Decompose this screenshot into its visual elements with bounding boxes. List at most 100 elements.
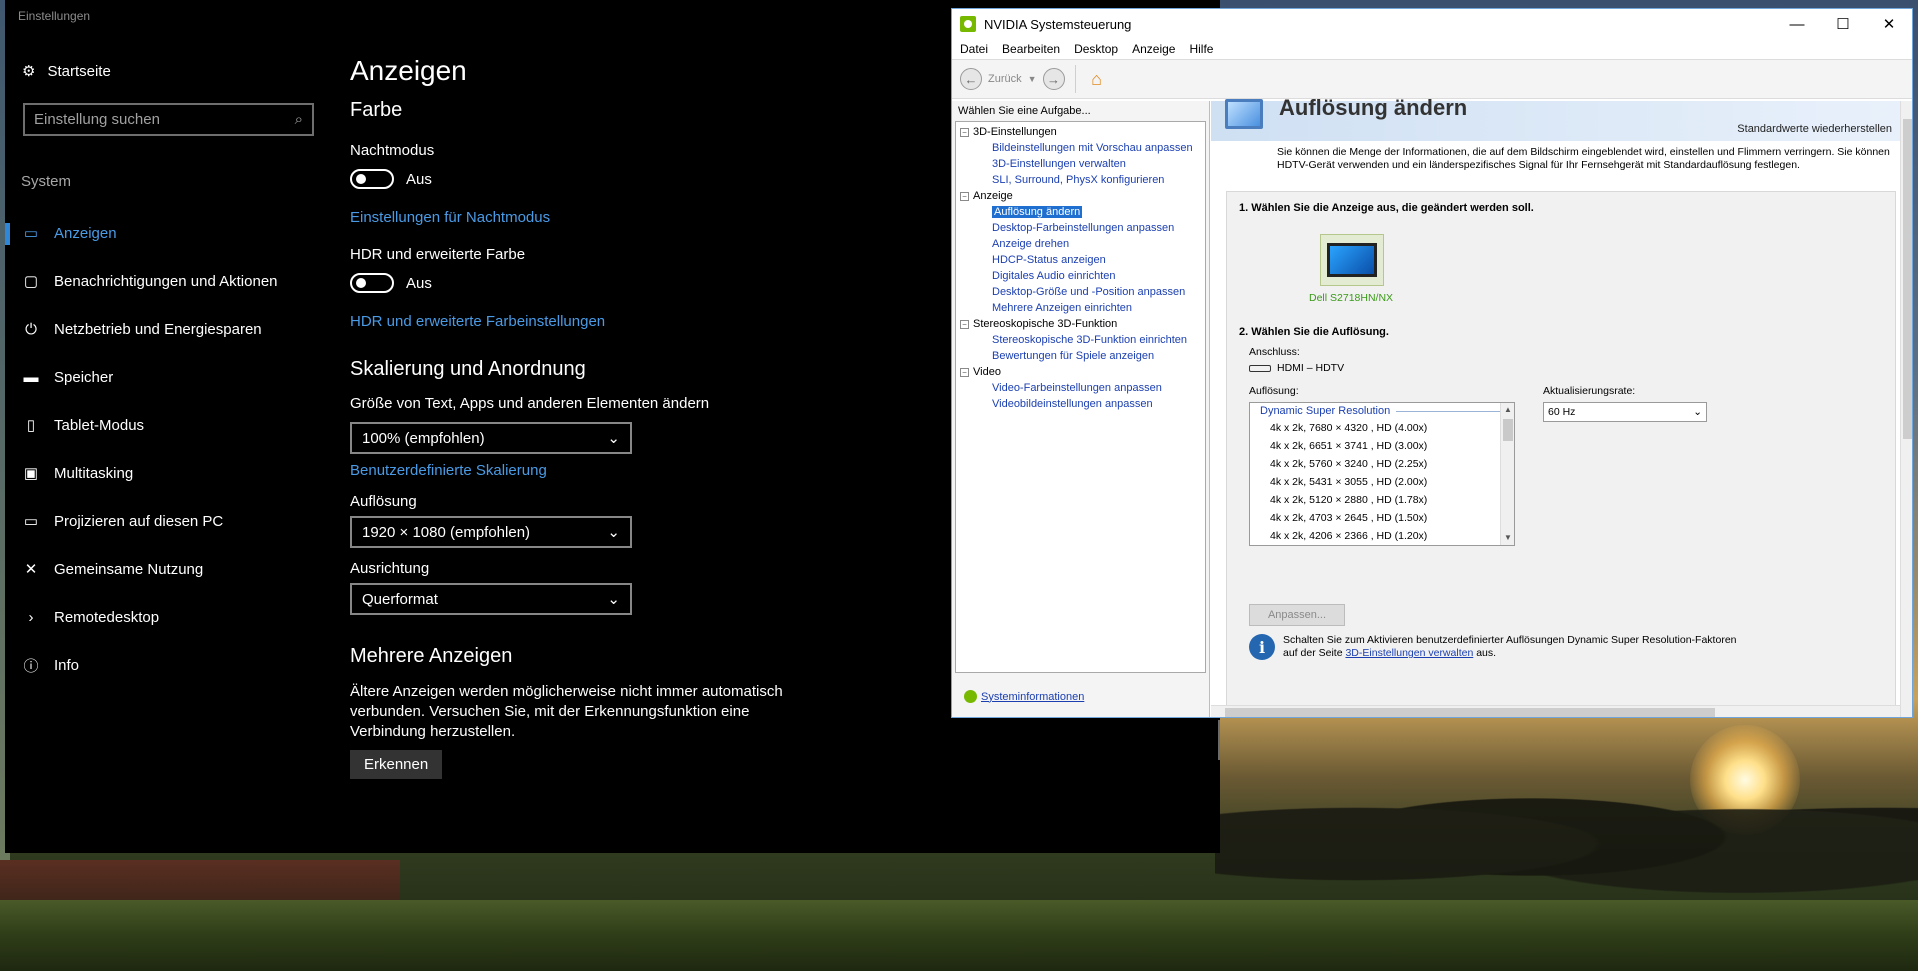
- content-vertical-scrollbar[interactable]: [1900, 101, 1912, 717]
- tree-task[interactable]: Stereoskopische 3D-Funktion einrichten: [960, 332, 1205, 348]
- night-mode-toggle[interactable]: [350, 169, 394, 189]
- search-icon[interactable]: ⌕: [295, 111, 303, 128]
- manage-3d-settings-link[interactable]: 3D-Einstellungen verwalten: [1345, 647, 1473, 659]
- resolution-option[interactable]: 4k x 2k, 6651 × 3741 , HD (3.00x): [1250, 437, 1514, 455]
- task-tree: −3D-Einstellungen Bildeinstellungen mit V…: [955, 121, 1206, 673]
- sidebar-item-benachrichtigungen-und-aktionen[interactable]: ▢ Benachrichtigungen und Aktionen: [5, 257, 335, 305]
- home-icon[interactable]: ⌂: [1086, 68, 1108, 90]
- tree-category[interactable]: −3D-Einstellungen: [960, 124, 1205, 140]
- sidebar-item-netzbetrieb-und-energiesparen[interactable]: ⏻ Netzbetrieb und Energiesparen: [5, 305, 335, 353]
- collapse-icon[interactable]: −: [960, 191, 969, 201]
- custom-scaling-link[interactable]: Benutzerdefinierte Skalierung: [350, 462, 870, 479]
- content-hscroll-thumb[interactable]: [1225, 708, 1715, 717]
- wallpaper-trees: [1215, 760, 1918, 900]
- forward-arrow-icon[interactable]: →: [1042, 68, 1065, 90]
- monitor-selector[interactable]: [1320, 234, 1384, 286]
- tree-task-label: Desktop-Farbeinstellungen anpassen: [992, 222, 1175, 234]
- minimize-icon[interactable]: ―: [1774, 9, 1820, 39]
- tree-task[interactable]: Bewertungen für Spiele anzeigen: [960, 348, 1205, 364]
- tree-task[interactable]: Auflösung ändern: [960, 204, 1205, 220]
- menu-item[interactable]: Bearbeiten: [1002, 42, 1060, 56]
- night-mode-settings-link[interactable]: Einstellungen für Nachtmodus: [350, 209, 870, 226]
- tree-task[interactable]: Bildeinstellungen mit Vorschau anpassen: [960, 140, 1205, 156]
- resolution-option[interactable]: 4k x 2k, 4703 × 2645 , HD (1.50x): [1250, 509, 1514, 527]
- tree-category-label: 3D-Einstellungen: [973, 126, 1057, 138]
- dropdown-arrow-icon[interactable]: ▼: [1028, 74, 1037, 84]
- tree-task[interactable]: 3D-Einstellungen verwalten: [960, 156, 1205, 172]
- night-mode-state: Aus: [406, 170, 432, 188]
- tree-category[interactable]: − Video: [960, 364, 1205, 380]
- refresh-rate-value: 60 Hz: [1548, 406, 1576, 418]
- sidebar-item-info[interactable]: ⓘ Info: [5, 641, 335, 689]
- nvidia-titlebar[interactable]: NVIDIA Systemsteuerung ― ☐ ✕: [952, 9, 1912, 39]
- resolution-option[interactable]: 4k x 2k, 5760 × 3240 , HD (2.25x): [1250, 455, 1514, 473]
- close-icon[interactable]: ✕: [1866, 9, 1912, 39]
- resolution-option[interactable]: 4k x 2k, 5431 × 3055 , HD (2.00x): [1250, 473, 1514, 491]
- orientation-dropdown[interactable]: Querformat ⌄: [350, 583, 632, 615]
- tree-task-label: Bewertungen für Spiele anzeigen: [992, 350, 1155, 362]
- resolution-dropdown[interactable]: 1920 × 1080 (empfohlen) ⌄: [350, 516, 632, 548]
- sidebar-item-projizieren-auf-diesen-pc[interactable]: ▭ Projizieren auf diesen PC: [5, 497, 335, 545]
- scroll-up-icon[interactable]: ▲: [1501, 403, 1514, 417]
- resolution-option[interactable]: 4k x 2k, 7680 × 4320 , HD (4.00x): [1250, 419, 1514, 437]
- settings-search-input[interactable]: Einstellung suchen ⌕: [23, 103, 314, 136]
- nvidia-task-pane: Wählen Sie eine Aufgabe... −3D-Einstellu…: [952, 101, 1210, 717]
- tree-category[interactable]: − Anzeige: [960, 188, 1205, 204]
- size-label: Größe von Text, Apps und anderen Element…: [350, 395, 710, 412]
- tree-task[interactable]: Videobildeinstellungen anpassen: [960, 396, 1205, 412]
- hdr-settings-link[interactable]: HDR und erweiterte Farbeinstellungen: [350, 313, 870, 330]
- tree-task[interactable]: Anzeige drehen: [960, 236, 1205, 252]
- scroll-down-icon[interactable]: ▼: [1501, 531, 1514, 545]
- chevron-down-icon: ⌄: [607, 430, 620, 447]
- info-text-2b: aus.: [1476, 647, 1497, 659]
- tree-task[interactable]: Desktop-Farbeinstellungen anpassen: [960, 220, 1205, 236]
- tree-task[interactable]: SLI, Surround, PhysX konfigurieren: [960, 172, 1205, 188]
- resolution-listbox[interactable]: Dynamic Super Resolution 4k x 2k, 7680 ×…: [1249, 402, 1515, 546]
- menu-item[interactable]: Datei: [960, 42, 988, 56]
- refresh-rate-dropdown[interactable]: 60 Hz ⌄: [1543, 402, 1707, 422]
- listbox-scrollbar[interactable]: ▲ ▼: [1500, 403, 1514, 545]
- step-2-heading: 2. Wählen Sie die Auflösung.: [1239, 326, 1389, 338]
- tree-task[interactable]: Digitales Audio einrichten: [960, 268, 1205, 284]
- collapse-icon[interactable]: −: [960, 367, 969, 377]
- collapse-icon[interactable]: −: [960, 127, 969, 137]
- tree-task[interactable]: HDCP-Status anzeigen: [960, 252, 1205, 268]
- sidebar-item-multitasking[interactable]: ▣ Multitasking: [5, 449, 335, 497]
- sidebar-item-label: Tablet-Modus: [54, 416, 145, 434]
- hdr-toggle[interactable]: [350, 273, 394, 293]
- back-arrow-icon[interactable]: ←: [960, 68, 982, 90]
- sidebar-item-speicher[interactable]: ▬ Speicher: [5, 353, 335, 401]
- resolution-option[interactable]: 4k x 2k, 5120 × 2880 , HD (1.78x): [1250, 491, 1514, 509]
- scroll-thumb[interactable]: [1503, 419, 1513, 441]
- tree-task[interactable]: Desktop-Größe und -Position anpassen: [960, 284, 1205, 300]
- sidebar-item-anzeigen[interactable]: ▭ Anzeigen: [5, 209, 335, 257]
- content-horizontal-scrollbar[interactable]: [1211, 705, 1900, 717]
- system-info-link[interactable]: Systeminformationen: [964, 690, 1084, 703]
- tree-task[interactable]: Mehrere Anzeigen einrichten: [960, 300, 1205, 316]
- maximize-icon[interactable]: ☐: [1820, 9, 1866, 39]
- sidebar-item-remotedesktop[interactable]: › Remotedesktop: [5, 593, 335, 641]
- nav-home[interactable]: ⚙ Startseite: [22, 62, 111, 81]
- connection-row: HDMI – HDTV: [1249, 362, 1344, 374]
- content-scroll-thumb[interactable]: [1903, 119, 1912, 439]
- resolution-option[interactable]: 4k x 2k, 4206 × 2366 , HD (1.20x): [1250, 527, 1514, 545]
- sidebar-item-tablet-modus[interactable]: ▯ Tablet-Modus: [5, 401, 335, 449]
- tree-task[interactable]: Video-Farbeinstellungen anpassen: [960, 380, 1205, 396]
- collapse-icon[interactable]: −: [960, 319, 969, 329]
- menu-item[interactable]: Desktop: [1074, 42, 1118, 56]
- power-icon: ⏻: [25, 320, 37, 338]
- tree-category[interactable]: − Stereoskopische 3D-Funktion: [960, 316, 1205, 332]
- size-dropdown[interactable]: 100% (empfohlen) ⌄: [350, 422, 632, 454]
- sidebar-item-label: Speicher: [54, 368, 114, 386]
- monitor-name[interactable]: Dell S2718HN/NX: [1309, 292, 1393, 304]
- back-label[interactable]: Zurück: [988, 73, 1022, 85]
- nvidia-page-title: Auflösung ändern: [1279, 95, 1468, 120]
- customize-button[interactable]: Anpassen...: [1249, 604, 1345, 626]
- tree-task-label: Digitales Audio einrichten: [992, 270, 1116, 282]
- orientation-label: Ausrichtung: [350, 560, 430, 577]
- restore-defaults-link[interactable]: Standardwerte wiederherstellen: [1737, 123, 1892, 135]
- menu-item[interactable]: Anzeige: [1132, 42, 1175, 56]
- sidebar-item-gemeinsame-nutzung[interactable]: ✕ Gemeinsame Nutzung: [5, 545, 335, 593]
- detect-button[interactable]: Erkennen: [350, 750, 443, 779]
- menu-item[interactable]: Hilfe: [1189, 42, 1213, 56]
